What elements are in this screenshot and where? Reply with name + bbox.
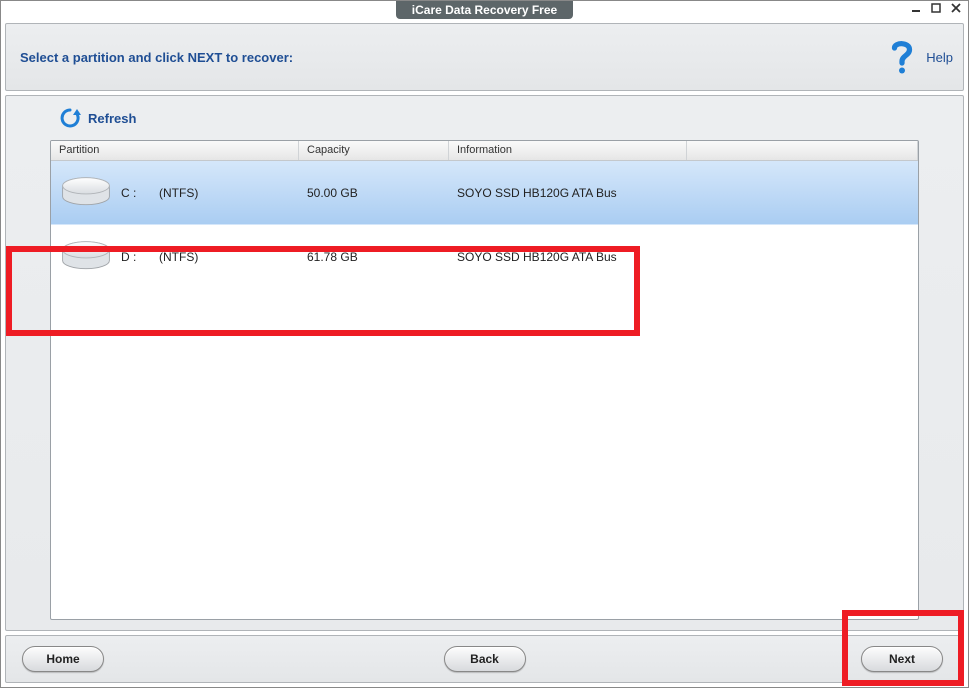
instruction-text: Select a partition and click NEXT to rec… [20,50,293,65]
drive-capacity: 50.00 GB [299,186,449,200]
back-button[interactable]: Back [444,646,526,672]
drive-icon [59,175,113,211]
refresh-icon [58,106,82,130]
refresh-button[interactable]: Refresh [58,106,919,130]
window-controls [910,3,962,16]
help-icon [886,41,918,73]
refresh-label: Refresh [88,111,136,126]
col-partition[interactable]: Partition [51,141,299,160]
window-title: iCare Data Recovery Free [396,1,573,19]
col-information[interactable]: Information [449,141,687,160]
drive-capacity: 61.78 GB [299,250,449,264]
drive-fs: (NTFS) [159,186,198,200]
close-button[interactable] [950,3,962,16]
maximize-button[interactable] [930,3,942,16]
drive-icon [59,239,113,275]
minimize-button[interactable] [910,3,922,16]
table-body: C : (NTFS)50.00 GBSOYO SSD HB120G ATA Bu… [51,161,918,289]
col-spacer [687,141,918,160]
drive-info: SOYO SSD HB120G ATA Bus [449,186,709,200]
next-button[interactable]: Next [861,646,943,672]
help-link[interactable]: Help [886,24,953,90]
instruction-bar: Select a partition and click NEXT to rec… [5,23,964,91]
help-label: Help [926,50,953,65]
col-capacity[interactable]: Capacity [299,141,449,160]
drive-letter: D : [121,250,136,264]
titlebar: iCare Data Recovery Free [1,1,968,19]
drive-info: SOYO SSD HB120G ATA Bus [449,250,709,264]
footer-bar: Home Back Next [5,635,964,683]
partition-row[interactable]: D : (NTFS) 61.78 GBSOYO SSD HB120G ATA Bu… [51,225,918,289]
home-button[interactable]: Home [22,646,104,672]
main-panel: Refresh Partition Capacity Information C… [5,95,964,631]
drive-letter: C : [121,186,136,200]
partition-row[interactable]: C : (NTFS) 50.00 GBSOYO SSD HB120G ATA Bu… [51,161,918,225]
partition-table: Partition Capacity Information C : (NTFS… [50,140,919,620]
table-header: Partition Capacity Information [51,141,918,161]
drive-fs: (NTFS) [159,250,198,264]
